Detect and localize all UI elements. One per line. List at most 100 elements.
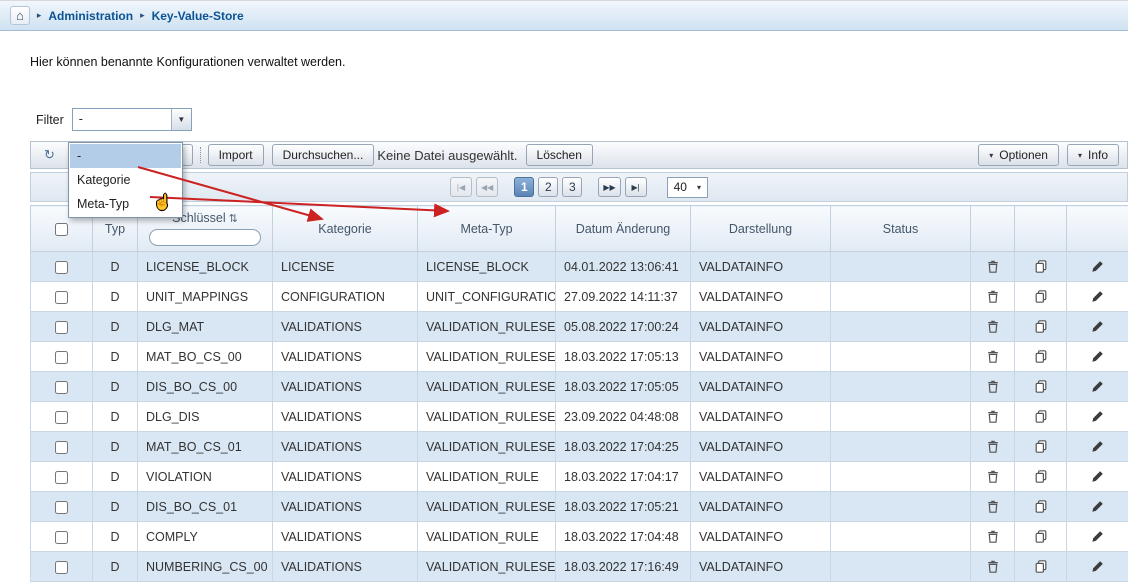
edit-pencil-icon[interactable] [1087, 318, 1108, 335]
pencil-icon [1091, 261, 1104, 276]
cell-meta-typ: VALIDATION_RULESET [418, 402, 556, 432]
pencil-icon [1091, 381, 1104, 396]
delete-row-button[interactable] [983, 408, 1003, 425]
delete-button[interactable]: Löschen [526, 144, 593, 166]
cell-meta-typ: VALIDATION_RULESET [418, 312, 556, 342]
toolbar-right-group: ▾ Optionen ▾ Info [978, 144, 1119, 166]
next-page-button[interactable]: ▶▶ [598, 177, 620, 197]
schluessel-filter-input[interactable] [149, 229, 261, 246]
cell-status [831, 492, 971, 522]
edit-pencil-icon[interactable] [1087, 438, 1108, 455]
dropdown-option-dash[interactable]: - [70, 144, 181, 168]
cell-datum-aenderung: 18.03.2022 17:04:25 [556, 432, 691, 462]
cell-kategorie: CONFIGURATION [273, 282, 418, 312]
delete-row-button[interactable] [983, 558, 1003, 575]
edit-pencil-icon[interactable] [1087, 498, 1108, 515]
edit-action-cell [1067, 462, 1128, 492]
row-checkbox[interactable] [55, 501, 68, 514]
filter-combobox-value[interactable]: - [73, 109, 171, 130]
edit-pencil-icon[interactable] [1087, 408, 1108, 425]
edit-pencil-icon[interactable] [1087, 528, 1108, 545]
filter-combobox[interactable]: - ▼ [72, 108, 192, 131]
cell-meta-typ: VALIDATION_RULESET [418, 492, 556, 522]
table-row: D NUMBERING_CS_00 VALIDATIONS VALIDATION… [31, 552, 1128, 582]
edit-action-cell [1067, 402, 1128, 432]
table-row: D DLG_DIS VALIDATIONS VALIDATION_RULESET… [31, 402, 1128, 432]
delete-row-button[interactable] [983, 348, 1003, 365]
cell-typ: D [93, 552, 138, 582]
copy-row-button[interactable] [1031, 498, 1051, 515]
last-page-button[interactable]: ▶| [625, 177, 647, 197]
page-button-1[interactable]: 1 [514, 177, 534, 197]
page-size-value: 40 [674, 180, 687, 194]
table-row: D MAT_BO_CS_01 VALIDATIONS VALIDATION_RU… [31, 432, 1128, 462]
delete-action-cell [971, 342, 1015, 372]
filter-combobox-dropdown-button[interactable]: ▼ [171, 109, 191, 130]
page-size-select[interactable]: 40 ▾ [667, 177, 708, 198]
trash-icon [987, 291, 999, 306]
row-checkbox[interactable] [55, 471, 68, 484]
delete-row-button[interactable] [983, 468, 1003, 485]
page-button-2[interactable]: 2 [538, 177, 558, 197]
row-checkbox[interactable] [55, 561, 68, 574]
cell-schluessel: NUMBERING_CS_00 [138, 552, 273, 582]
row-select-cell [31, 552, 93, 582]
chevron-down-icon: ▾ [1078, 151, 1082, 160]
info-menu-button[interactable]: ▾ Info [1067, 144, 1119, 166]
row-checkbox[interactable] [55, 441, 68, 454]
row-checkbox[interactable] [55, 291, 68, 304]
refresh-button[interactable]: ↻ [39, 145, 60, 165]
copy-row-button[interactable] [1031, 348, 1051, 365]
dropdown-option-meta-typ[interactable]: Meta-Typ [70, 192, 181, 216]
copy-row-button[interactable] [1031, 528, 1051, 545]
home-button[interactable]: ⌂ [10, 6, 30, 25]
delete-row-button[interactable] [983, 258, 1003, 275]
import-button[interactable]: Import [208, 144, 264, 166]
pagination-bar: |◀ ◀◀ 1 2 3 ▶▶ ▶| 40 ▾ [30, 172, 1128, 202]
edit-action-cell [1067, 492, 1128, 522]
row-checkbox[interactable] [55, 321, 68, 334]
copy-row-button[interactable] [1031, 258, 1051, 275]
cell-meta-typ: VALIDATION_RULESET [418, 342, 556, 372]
delete-row-button[interactable] [983, 378, 1003, 395]
chevron-down-icon: ▾ [697, 183, 701, 192]
row-checkbox[interactable] [55, 531, 68, 544]
edit-pencil-icon[interactable] [1087, 258, 1108, 275]
delete-row-button[interactable] [983, 288, 1003, 305]
edit-pencil-icon[interactable] [1087, 378, 1108, 395]
copy-row-button[interactable] [1031, 468, 1051, 485]
breadcrumb-link-key-value-store[interactable]: Key-Value-Store [152, 9, 244, 23]
edit-action-cell [1067, 282, 1128, 312]
breadcrumb-link-administration[interactable]: Administration [48, 9, 133, 23]
edit-pencil-icon[interactable] [1087, 348, 1108, 365]
options-menu-label: Optionen [999, 148, 1048, 162]
cell-datum-aenderung: 04.01.2022 13:06:41 [556, 252, 691, 282]
browse-file-button[interactable]: Durchsuchen... [272, 144, 375, 166]
copy-row-button[interactable] [1031, 288, 1051, 305]
delete-row-button[interactable] [983, 528, 1003, 545]
page-button-3[interactable]: 3 [562, 177, 582, 197]
copy-row-button[interactable] [1031, 318, 1051, 335]
cell-meta-typ: VALIDATION_RULE [418, 522, 556, 552]
prev-page-button[interactable]: ◀◀ [476, 177, 498, 197]
row-checkbox[interactable] [55, 351, 68, 364]
delete-row-button[interactable] [983, 498, 1003, 515]
copy-row-button[interactable] [1031, 438, 1051, 455]
edit-pencil-icon[interactable] [1087, 558, 1108, 575]
row-checkbox[interactable] [55, 261, 68, 274]
cell-status [831, 522, 971, 552]
copy-row-button[interactable] [1031, 408, 1051, 425]
copy-row-button[interactable] [1031, 558, 1051, 575]
edit-pencil-icon[interactable] [1087, 288, 1108, 305]
copy-row-button[interactable] [1031, 378, 1051, 395]
select-all-checkbox[interactable] [55, 223, 68, 236]
options-menu-button[interactable]: ▾ Optionen [978, 144, 1059, 166]
row-checkbox[interactable] [55, 411, 68, 424]
delete-row-button[interactable] [983, 318, 1003, 335]
copy-icon [1035, 351, 1047, 366]
delete-row-button[interactable] [983, 438, 1003, 455]
edit-pencil-icon[interactable] [1087, 468, 1108, 485]
dropdown-option-kategorie[interactable]: Kategorie [70, 168, 181, 192]
first-page-button[interactable]: |◀ [450, 177, 472, 197]
row-checkbox[interactable] [55, 381, 68, 394]
